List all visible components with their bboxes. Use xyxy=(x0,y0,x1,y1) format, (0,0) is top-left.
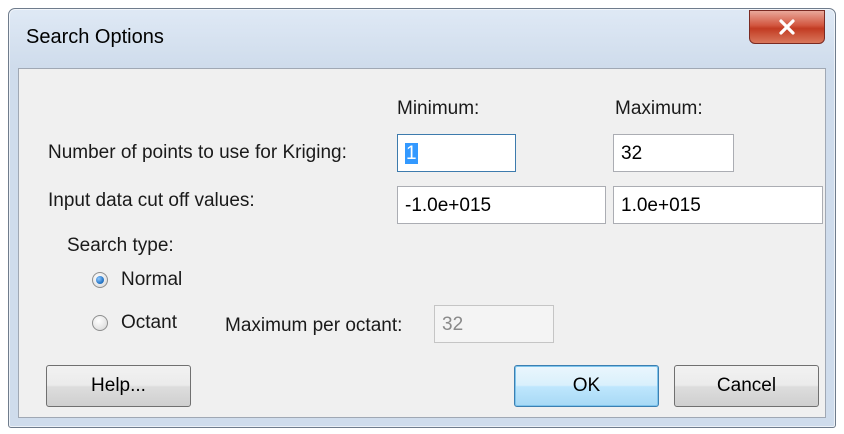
maximum-column-header: Maximum: xyxy=(615,98,703,119)
cancel-button[interactable]: Cancel xyxy=(674,365,819,407)
kriging-minimum-value: 1 xyxy=(405,143,418,164)
kriging-points-label: Number of points to use for Kriging: xyxy=(48,142,347,163)
cutoff-maximum-input[interactable]: 1.0e+015 xyxy=(613,186,823,224)
cutoff-minimum-input[interactable]: -1.0e+015 xyxy=(397,186,606,224)
normal-radio[interactable] xyxy=(92,272,108,288)
cutoff-values-label: Input data cut off values: xyxy=(48,190,255,211)
dialog-body: Minimum: Maximum: Number of points to us… xyxy=(18,68,826,418)
search-type-label: Search type: xyxy=(67,235,174,256)
minimum-column-header: Minimum: xyxy=(397,98,480,119)
dialog-title: Search Options xyxy=(26,26,164,48)
max-per-octant-label: Maximum per octant: xyxy=(225,315,403,336)
kriging-maximum-input[interactable]: 32 xyxy=(613,134,734,172)
kriging-minimum-input[interactable]: 1 xyxy=(397,134,516,172)
normal-radio-label[interactable]: Normal xyxy=(121,269,182,291)
close-icon xyxy=(779,19,795,35)
ok-button[interactable]: OK xyxy=(514,365,659,407)
octant-radio-label[interactable]: Octant xyxy=(121,312,177,334)
close-button[interactable] xyxy=(749,10,825,44)
max-per-octant-input: 32 xyxy=(434,305,554,343)
octant-radio[interactable] xyxy=(92,315,108,331)
help-button[interactable]: Help... xyxy=(46,365,191,407)
radio-selected-dot xyxy=(96,276,104,284)
search-options-dialog: Search Options Minimum: Maximum: Number … xyxy=(8,8,836,428)
